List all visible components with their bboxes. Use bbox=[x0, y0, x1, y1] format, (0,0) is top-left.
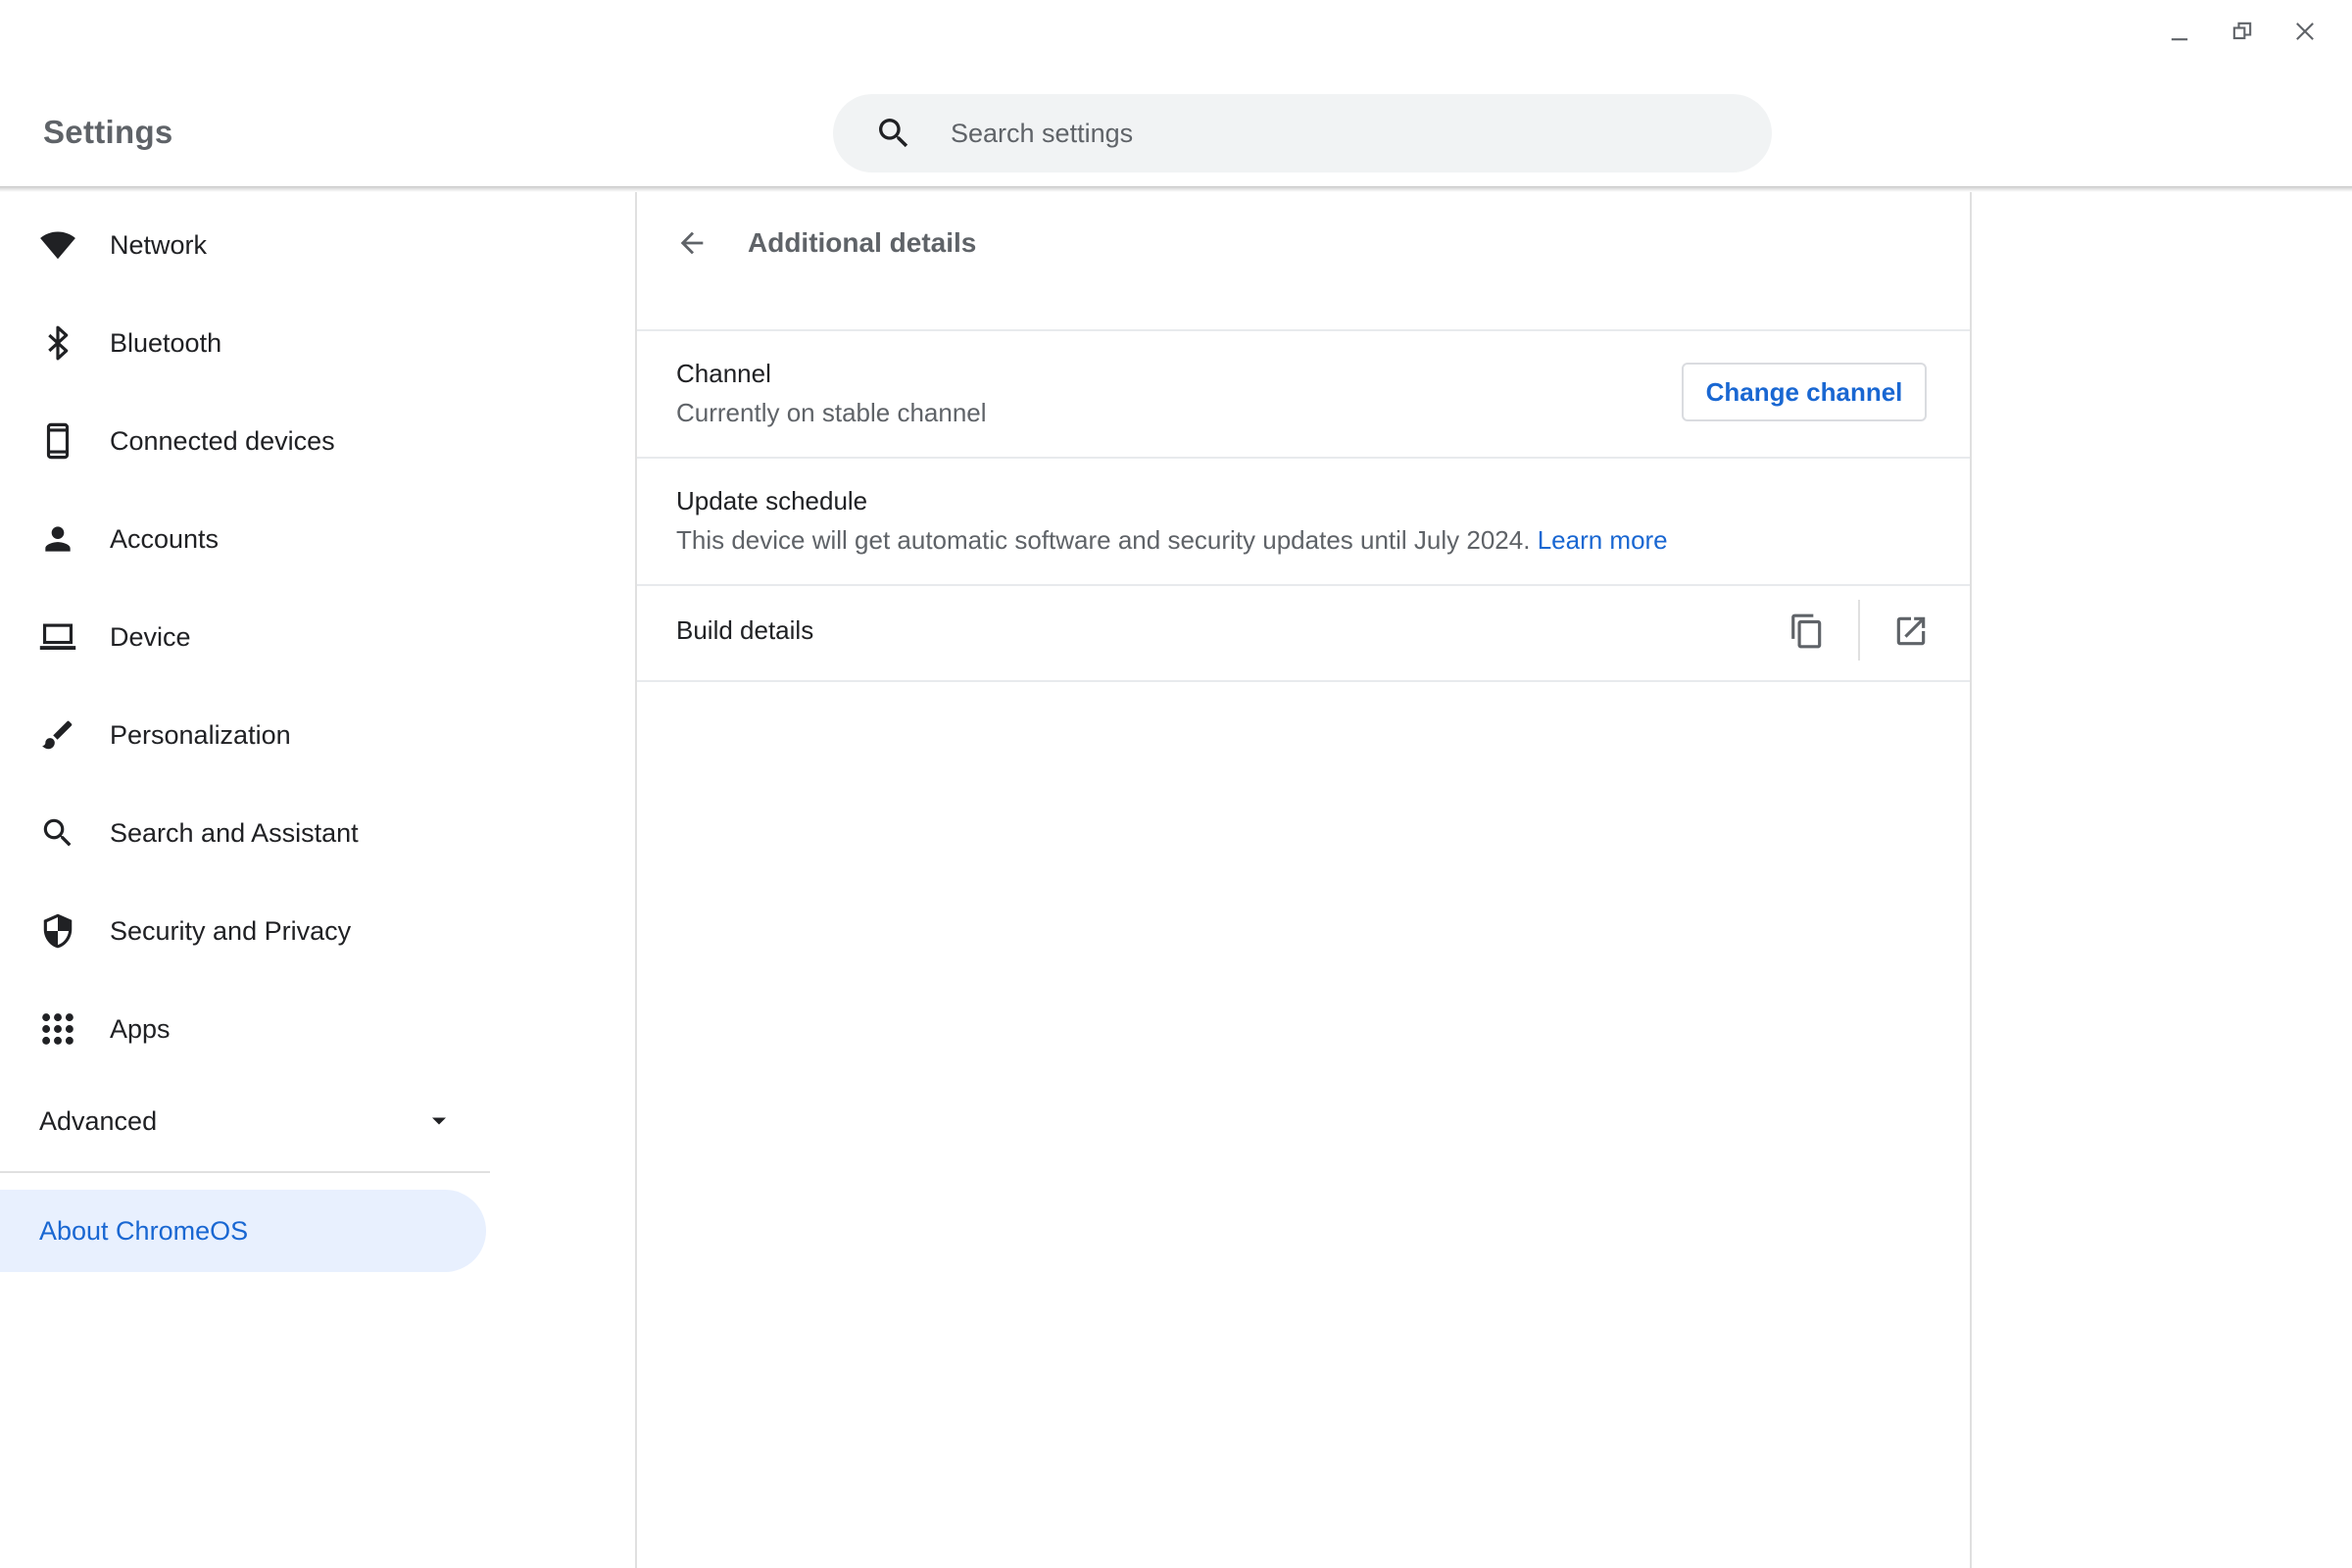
brush-icon bbox=[42, 720, 73, 750]
bluetooth-icon bbox=[48, 325, 69, 361]
laptop-icon bbox=[39, 623, 76, 650]
copy-icon bbox=[1791, 613, 1822, 649]
row-divider bbox=[637, 457, 1970, 459]
sidebar-item-accounts[interactable]: Accounts bbox=[0, 500, 490, 578]
advanced-label: Advanced bbox=[39, 1105, 158, 1136]
sidebar-item-label: About ChromeOS bbox=[39, 1215, 249, 1246]
close-button[interactable] bbox=[2274, 14, 2336, 49]
open-in-new-icon bbox=[1896, 616, 1926, 646]
restore-button[interactable] bbox=[2211, 14, 2274, 49]
channel-title: Channel bbox=[676, 359, 771, 388]
row-divider bbox=[637, 329, 1970, 331]
open-build-details-button[interactable] bbox=[1882, 602, 1940, 661]
sidebar: Network Bluetooth Connected devices Acco… bbox=[0, 192, 490, 1568]
window-controls bbox=[2148, 14, 2336, 49]
wifi-icon bbox=[40, 231, 75, 260]
sidebar-item-label: Search and Assistant bbox=[110, 817, 359, 848]
sidebar-item-bluetooth[interactable]: Bluetooth bbox=[0, 304, 490, 382]
search-icon bbox=[879, 119, 908, 148]
sidebar-item-label: Accounts bbox=[110, 523, 220, 554]
settings-header: Settings Search settings bbox=[0, 0, 2352, 188]
sidebar-item-search-and-assistant[interactable]: Search and Assistant bbox=[0, 794, 490, 872]
sidebar-item-connected-devices[interactable]: Connected devices bbox=[0, 402, 490, 480]
main-content: Additional details Channel Currently on … bbox=[635, 192, 1972, 1568]
arrow-drop-down-icon bbox=[432, 1117, 446, 1125]
apps-grid-icon bbox=[42, 1013, 74, 1045]
build-details-title: Build details bbox=[676, 615, 814, 645]
sidebar-advanced-toggle[interactable]: Advanced bbox=[0, 1082, 490, 1160]
sidebar-item-network[interactable]: Network bbox=[0, 206, 490, 284]
change-channel-button[interactable]: Change channel bbox=[1682, 363, 1927, 421]
update-schedule-title: Update schedule bbox=[676, 486, 868, 515]
sidebar-divider bbox=[0, 1171, 490, 1173]
copy-build-details-button[interactable] bbox=[1778, 602, 1837, 661]
minimize-icon bbox=[2171, 38, 2188, 41]
sidebar-item-label: Bluetooth bbox=[110, 327, 222, 358]
sidebar-item-label: Apps bbox=[110, 1013, 171, 1044]
search-icon bbox=[43, 818, 72, 847]
arrow-back-icon bbox=[680, 231, 704, 255]
app-title: Settings bbox=[43, 114, 173, 150]
row-divider bbox=[637, 680, 1970, 682]
sidebar-item-about-chromeos[interactable]: About ChromeOS bbox=[0, 1190, 486, 1272]
back-button[interactable] bbox=[670, 221, 713, 265]
row-divider bbox=[637, 584, 1970, 586]
search-placeholder: Search settings bbox=[951, 118, 1134, 148]
minimize-button[interactable] bbox=[2148, 14, 2211, 49]
sidebar-item-label: Network bbox=[110, 229, 208, 260]
update-schedule-text: This device will get automatic software … bbox=[676, 525, 1531, 555]
sidebar-item-device[interactable]: Device bbox=[0, 598, 490, 676]
search-input[interactable]: Search settings bbox=[833, 94, 1772, 172]
sidebar-item-security-and-privacy[interactable]: Security and Privacy bbox=[0, 892, 490, 970]
subpage-header: Additional details bbox=[637, 192, 1970, 329]
phone-icon bbox=[46, 422, 70, 460]
restore-icon bbox=[2232, 22, 2252, 40]
sidebar-item-apps[interactable]: Apps bbox=[0, 990, 490, 1068]
person-icon bbox=[45, 526, 71, 552]
page-title: Additional details bbox=[748, 227, 977, 258]
sidebar-item-personalization[interactable]: Personalization bbox=[0, 696, 490, 774]
channel-subtitle: Currently on stable channel bbox=[676, 398, 987, 427]
sidebar-item-label: Connected devices bbox=[110, 425, 335, 456]
sidebar-item-label: Security and Privacy bbox=[110, 915, 352, 946]
shield-icon bbox=[43, 913, 73, 949]
sidebar-item-label: Personalization bbox=[110, 719, 291, 750]
close-icon bbox=[2296, 23, 2314, 40]
update-schedule-subtitle: This device will get automatic software … bbox=[676, 525, 1668, 556]
sidebar-item-label: Device bbox=[110, 621, 191, 652]
learn-more-link[interactable]: Learn more bbox=[1538, 525, 1668, 555]
action-separator bbox=[1858, 600, 1860, 661]
